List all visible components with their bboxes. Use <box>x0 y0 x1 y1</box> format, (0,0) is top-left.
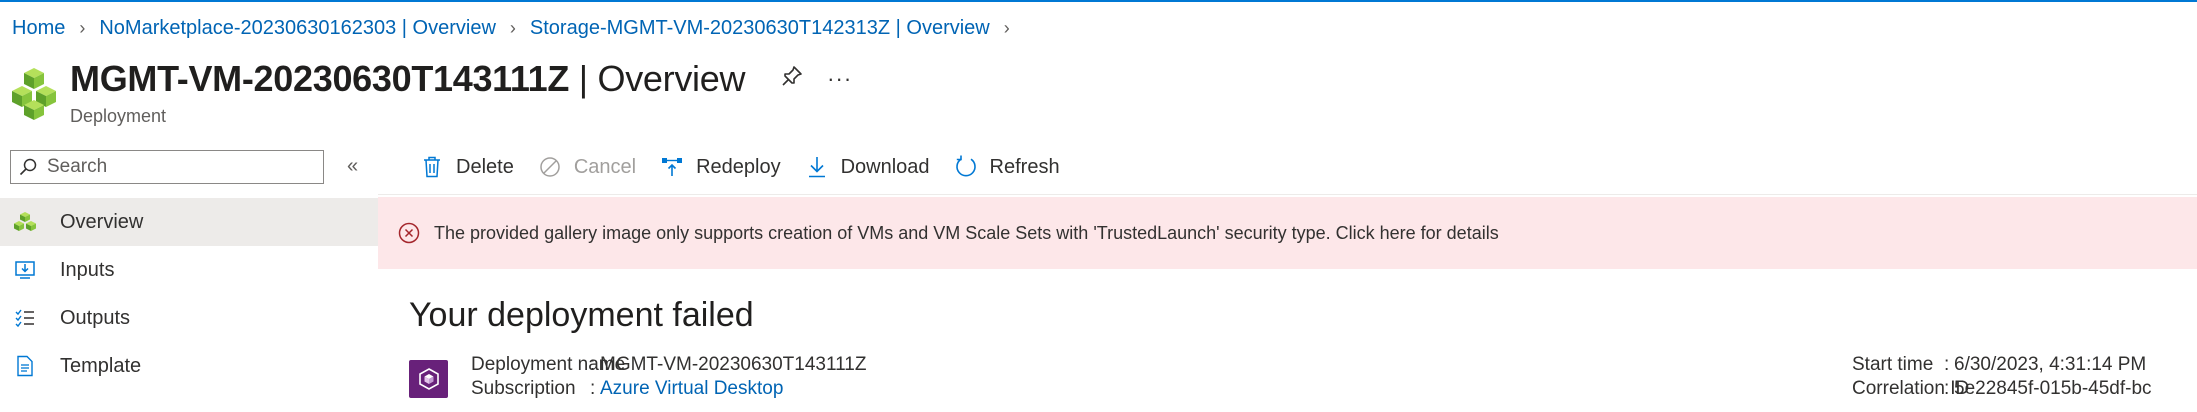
breadcrumb-storage-deployment[interactable]: Storage-MGMT-VM-20230630T142313Z | Overv… <box>530 17 990 40</box>
cancel-icon <box>538 155 562 179</box>
download-icon <box>805 155 829 179</box>
cancel-label: Cancel <box>573 155 637 178</box>
start-time-value: 6/30/2023, 4:31:14 PM <box>1954 354 2147 375</box>
deployment-name-value: MGMT-VM-20230630T143111Z <box>600 354 867 375</box>
sidebar-nav: Overview Inputs Outputs Template <box>0 198 378 390</box>
sidebar-item-outputs[interactable]: Outputs <box>0 294 378 342</box>
refresh-button[interactable]: Refresh <box>954 155 1060 179</box>
page-title-name: MGMT-VM-20230630T143111Z <box>70 58 570 99</box>
search-icon <box>19 158 37 176</box>
page-header: MGMT-VM-20230630T143111Z | Overview ··· … <box>10 58 852 127</box>
error-circle-icon <box>398 222 420 244</box>
delete-button[interactable]: Delete <box>420 155 514 179</box>
sidebar-search <box>10 150 324 184</box>
cubes-icon <box>12 209 38 235</box>
page-subtitle: Deployment <box>70 106 167 126</box>
deployment-icon <box>409 360 448 398</box>
breadcrumb: Home › NoMarketplace-20230630162303 | Ov… <box>12 17 1024 40</box>
breadcrumb-home[interactable]: Home <box>12 17 65 40</box>
command-bar-divider <box>378 194 2197 195</box>
detail-row-subscription: Subscription : Azure Virtual Desktop <box>471 378 783 400</box>
subscription-label: Subscription <box>471 378 576 399</box>
page-title: MGMT-VM-20230630T143111Z | Overview <box>70 58 745 100</box>
colon: : <box>1944 378 1950 399</box>
chevron-right-icon: › <box>1003 18 1010 38</box>
outputs-icon <box>12 305 38 331</box>
sidebar-item-label: Outputs <box>60 306 131 329</box>
error-banner[interactable]: The provided gallery image only supports… <box>378 197 2197 269</box>
delete-label: Delete <box>456 155 514 178</box>
search-input[interactable] <box>45 155 309 179</box>
breadcrumb-resource-group[interactable]: NoMarketplace-20230630162303 | Overview <box>99 17 496 40</box>
download-label: Download <box>840 155 930 178</box>
sidebar-item-label: Overview <box>60 210 144 233</box>
sidebar-item-label: Template <box>60 354 142 377</box>
chevron-right-icon: › <box>79 18 86 38</box>
trash-icon <box>420 155 444 179</box>
redeploy-label: Redeploy <box>696 155 781 178</box>
detail-row-deployment-name: Deployment name : MGMT-VM-20230630T14311… <box>471 354 866 376</box>
redeploy-button[interactable]: Redeploy <box>660 155 781 179</box>
deployment-cubes-icon <box>12 68 56 120</box>
sidebar-item-template[interactable]: Template <box>0 342 378 390</box>
page-title-suffix: | Overview <box>569 58 746 99</box>
colon: : <box>590 378 596 399</box>
redeploy-icon <box>660 155 684 179</box>
download-button[interactable]: Download <box>805 155 930 179</box>
chevron-right-icon: › <box>509 18 516 38</box>
start-time-label: Start time <box>1852 354 1934 375</box>
correlation-id-value: 5e22845f-015b-45df-bc <box>1954 378 2152 399</box>
refresh-icon <box>954 155 978 179</box>
command-bar: Delete Cancel Redeploy Download Refresh <box>420 150 1084 184</box>
sidebar-item-overview[interactable]: Overview <box>0 198 378 246</box>
deployment-details: Deployment name : MGMT-VM-20230630T14311… <box>409 354 2197 412</box>
cancel-button[interactable]: Cancel <box>538 155 636 179</box>
sidebar-item-inputs[interactable]: Inputs <box>0 246 378 294</box>
colon: : <box>1944 354 1950 375</box>
detail-row-start-time: Start time : 6/30/2023, 4:31:14 PM <box>1852 354 2146 376</box>
error-message: The provided gallery image only supports… <box>434 222 1499 243</box>
subscription-link[interactable]: Azure Virtual Desktop <box>600 378 783 399</box>
top-accent-line <box>0 0 2197 2</box>
more-options-button[interactable]: ··· <box>827 66 852 92</box>
detail-row-correlation-id: Correlation ID : 5e22845f-015b-45df-bc <box>1852 378 2152 400</box>
deployment-status-title: Your deployment failed <box>409 296 754 334</box>
template-icon <box>12 353 38 379</box>
correlation-id-label: Correlation ID <box>1852 378 1970 399</box>
sidebar-item-label: Inputs <box>60 258 115 281</box>
collapse-sidebar-button[interactable]: « <box>347 155 358 178</box>
refresh-label: Refresh <box>989 155 1060 178</box>
colon: : <box>590 354 596 375</box>
inputs-icon <box>12 257 38 283</box>
pin-icon[interactable] <box>781 65 803 93</box>
